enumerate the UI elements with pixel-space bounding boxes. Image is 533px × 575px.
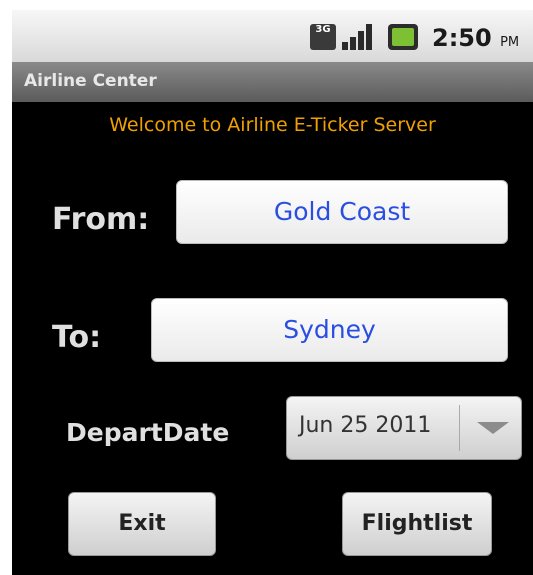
flightlist-button[interactable]: Flightlist (342, 492, 492, 556)
spinner-divider (459, 405, 460, 451)
clock-time: 2:50 (432, 24, 492, 52)
chevron-down-icon[interactable] (477, 422, 509, 434)
to-field[interactable]: Sydney (151, 298, 508, 362)
app-title-bar: Airline Center (12, 62, 533, 102)
exit-button[interactable]: Exit (68, 492, 216, 556)
from-label: From: (52, 202, 150, 237)
signal-icon (342, 24, 376, 50)
battery-icon (388, 24, 418, 50)
welcome-text: Welcome to Airline E-Ticker Server (109, 114, 436, 136)
depart-date-value: Jun 25 2011 (299, 413, 432, 438)
depart-date-spinner[interactable]: Jun 25 2011 (286, 396, 522, 460)
clock-ampm: PM (500, 35, 520, 50)
to-label: To: (52, 320, 102, 355)
status-bar: 3G 2:50 PM (12, 10, 533, 62)
app-title: Airline Center (24, 71, 157, 91)
3g-icon: 3G (310, 24, 336, 50)
from-field[interactable]: Gold Coast (176, 180, 508, 244)
clock: 2:50 PM (432, 24, 519, 52)
phone-screen: 3G 2:50 PM Airline Center Welcome to Air… (12, 10, 533, 575)
depart-date-label: DepartDate (66, 418, 230, 447)
network-badge: 3G (315, 24, 331, 35)
